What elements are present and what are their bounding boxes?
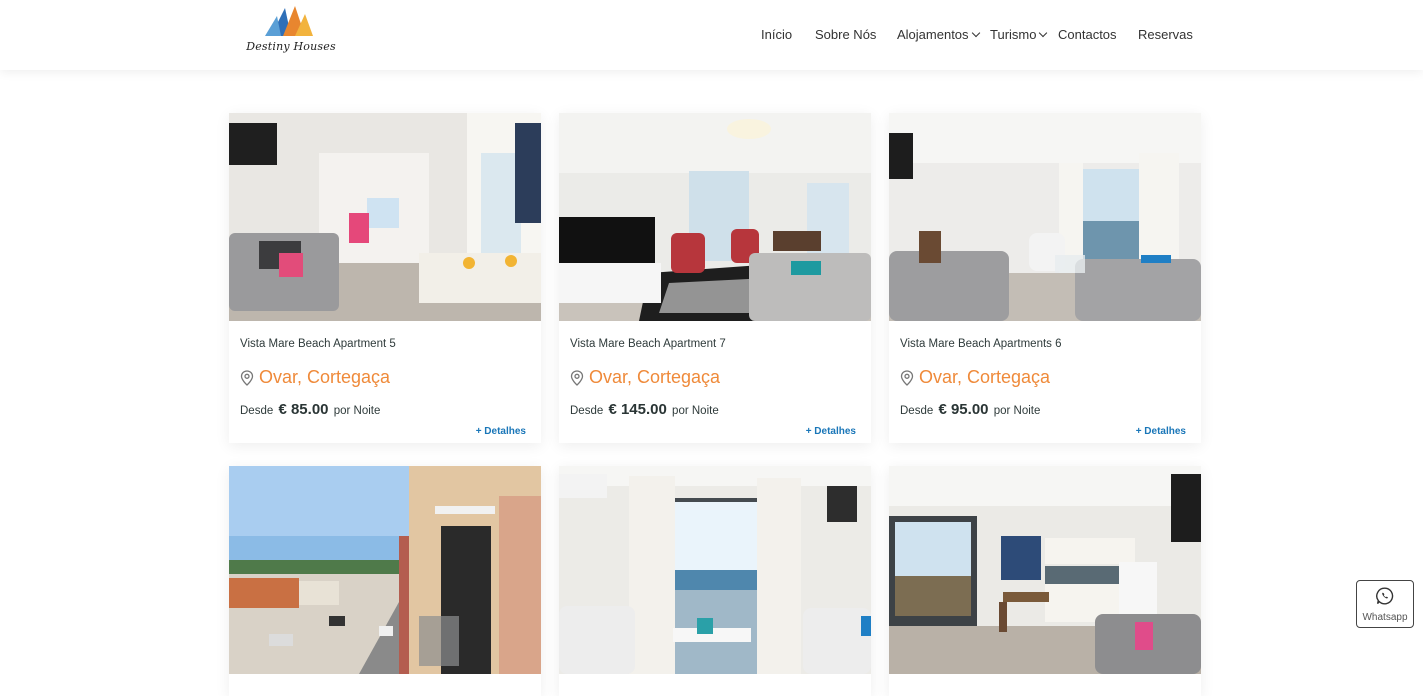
listing-location: Ovar, Cortegaça xyxy=(570,367,720,388)
details-link[interactable]: + Detalhes xyxy=(806,426,856,437)
nav-reservas[interactable]: Reservas xyxy=(1138,26,1193,44)
living-room-tv-icon[interactable] xyxy=(559,113,871,321)
listing-card: Vista Mare Beach Apartment 7 Ovar, Corte… xyxy=(559,113,871,443)
nav-alojamentos[interactable]: Alojamentos xyxy=(897,26,980,44)
site-header: Destiny Houses Início Sobre Nós Alojamen… xyxy=(0,0,1423,70)
chevron-down-icon xyxy=(971,28,980,38)
listing-card xyxy=(889,466,1201,696)
listing-card: Vista Mare Beach Apartments 6 Ovar, Cort… xyxy=(889,113,1201,443)
listing-price: Desde € 145.00 por Noite xyxy=(570,401,719,418)
street-balcony-view-icon[interactable] xyxy=(229,466,541,674)
listing-card xyxy=(559,466,871,696)
map-pin-icon xyxy=(570,369,584,386)
listing-location: Ovar, Cortegaça xyxy=(240,367,390,388)
whatsapp-icon xyxy=(1376,587,1394,605)
listing-location: Ovar, Cortegaça xyxy=(900,367,1050,388)
nav-sobre-nos[interactable]: Sobre Nós xyxy=(815,26,876,44)
balcony-sea-view-icon[interactable] xyxy=(559,466,871,674)
main-nav: Início Sobre Nós Alojamentos Turismo Con… xyxy=(0,26,1423,46)
map-pin-icon xyxy=(900,369,914,386)
listing-title[interactable]: Vista Mare Beach Apartments 6 xyxy=(900,338,1062,350)
kitchen-living-room-icon[interactable] xyxy=(889,466,1201,674)
nav-turismo[interactable]: Turismo xyxy=(990,26,1048,44)
details-link[interactable]: + Detalhes xyxy=(1136,426,1186,437)
whatsapp-button[interactable]: Whatsapp xyxy=(1356,580,1414,628)
listing-price: Desde € 95.00 por Noite xyxy=(900,401,1041,418)
listing-price: Desde € 85.00 por Noite xyxy=(240,401,381,418)
whatsapp-label: Whatsapp xyxy=(1362,612,1408,623)
listing-card: Vista Mare Beach Apartment 5 Ovar, Corte… xyxy=(229,113,541,443)
map-pin-icon xyxy=(240,369,254,386)
living-room-kitchen-icon[interactable] xyxy=(229,113,541,321)
chevron-down-icon xyxy=(1039,28,1048,38)
listing-title[interactable]: Vista Mare Beach Apartment 5 xyxy=(240,338,396,350)
nav-inicio[interactable]: Início xyxy=(761,26,792,44)
nav-contactos[interactable]: Contactos xyxy=(1058,26,1117,44)
details-link[interactable]: + Detalhes xyxy=(476,426,526,437)
living-room-sea-view-icon[interactable] xyxy=(889,113,1201,321)
listing-title[interactable]: Vista Mare Beach Apartment 7 xyxy=(570,338,726,350)
listing-card xyxy=(229,466,541,696)
